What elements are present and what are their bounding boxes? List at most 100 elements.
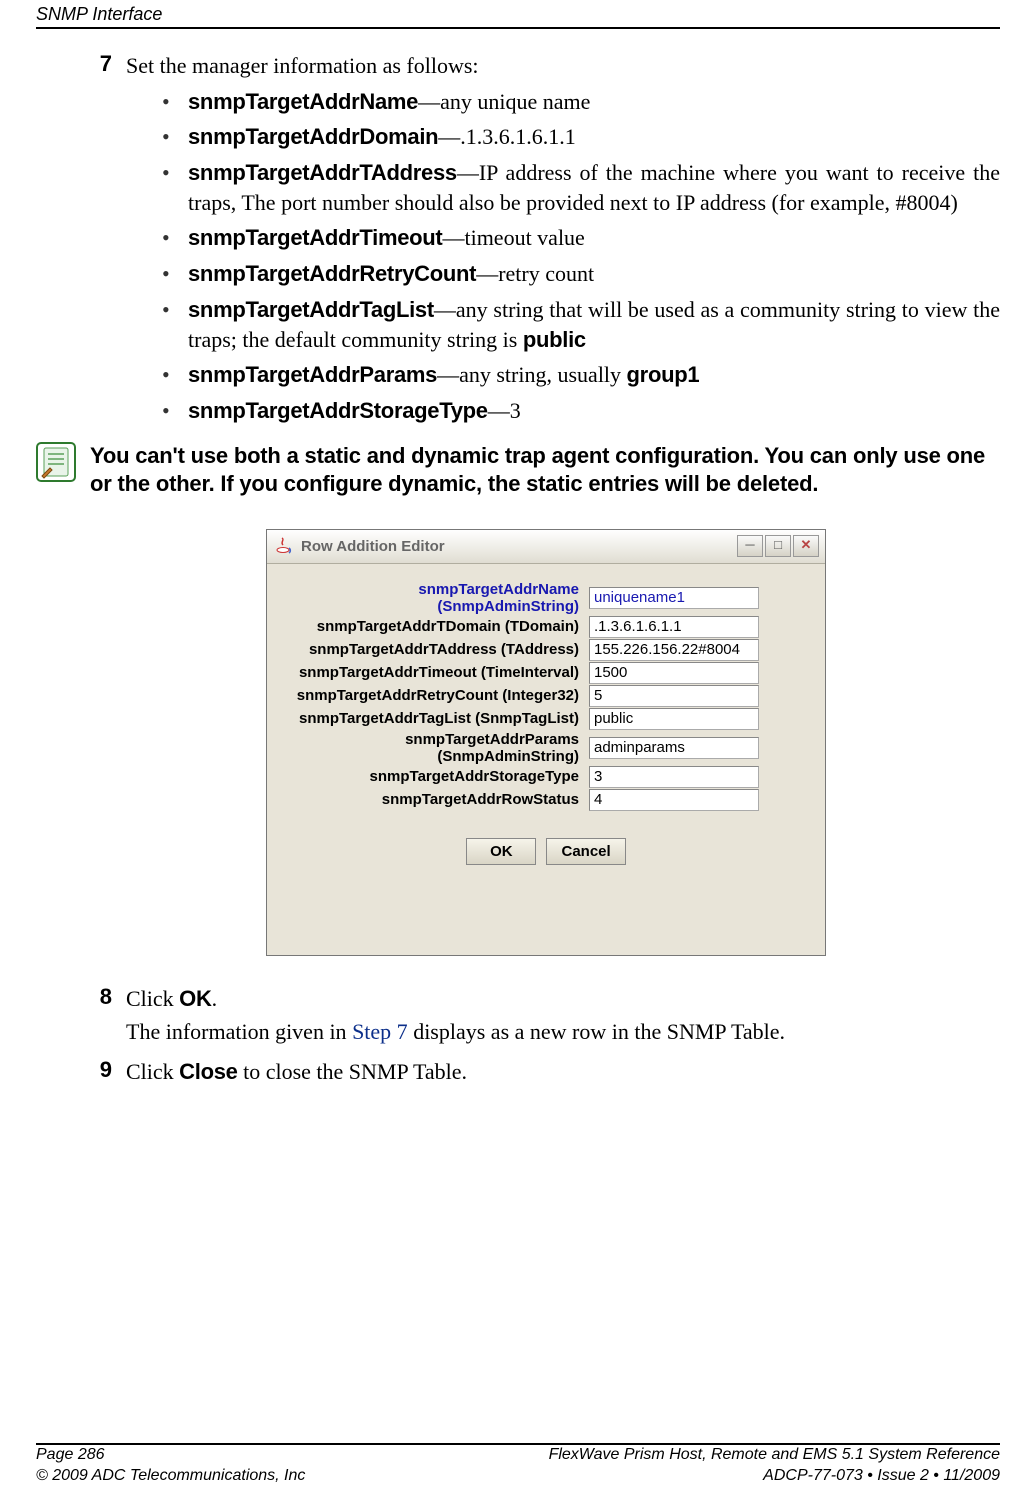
bullet-icon: • bbox=[162, 158, 188, 217]
footer-page-num: Page 286 bbox=[36, 1445, 105, 1466]
field-name: snmpTargetAddrTagList bbox=[188, 297, 434, 322]
sub-item-body: snmpTargetAddrDomain—.1.3.6.1.6.1.1 bbox=[188, 122, 1000, 152]
field-name: snmpTargetAddrName bbox=[188, 89, 418, 114]
form-input[interactable]: .1.3.6.1.6.1.1 bbox=[589, 616, 759, 638]
field-desc: —.1.3.6.1.6.1.1 bbox=[438, 124, 576, 149]
footer-doc-id: ADCP-77-073 • Issue 2 • 11/2009 bbox=[763, 1466, 1000, 1487]
form-label: snmpTargetAddrName (SnmpAdminString) bbox=[279, 581, 589, 615]
bullet-icon: • bbox=[162, 295, 188, 354]
step-8-line2-b: displays as a new row in the SNMP Table. bbox=[408, 1019, 785, 1044]
page-footer: Page 286 FlexWave Prism Host, Remote and… bbox=[36, 1423, 1000, 1487]
step-9-c: to close the SNMP Table. bbox=[238, 1059, 467, 1084]
sub-item: •snmpTargetAddrStorageType—3 bbox=[162, 396, 1000, 426]
form-label: snmpTargetAddrTagList (SnmpTagList) bbox=[279, 710, 589, 727]
field-desc: —any string, usually bbox=[437, 362, 626, 387]
form-row: snmpTargetAddrStorageType3 bbox=[279, 766, 813, 788]
sub-item-body: snmpTargetAddrTAddress—IP address of the… bbox=[188, 158, 1000, 217]
step-9-a: Click bbox=[126, 1059, 179, 1084]
field-code: group1 bbox=[627, 362, 700, 387]
dialog-titlebar: Row Addition Editor ─ □ ✕ bbox=[267, 530, 825, 564]
sub-item: •snmpTargetAddrRetryCount—retry count bbox=[162, 259, 1000, 289]
form-label: snmpTargetAddrStorageType bbox=[279, 768, 589, 785]
field-name: snmpTargetAddrParams bbox=[188, 362, 437, 387]
sub-item-body: snmpTargetAddrStorageType—3 bbox=[188, 396, 1000, 426]
form-row: snmpTargetAddrTAddress (TAddress)155.226… bbox=[279, 639, 813, 661]
field-code: public bbox=[523, 327, 586, 352]
bullet-icon: • bbox=[162, 259, 188, 289]
step-7-intro: Set the manager information as follows: bbox=[126, 51, 1000, 81]
form-input[interactable]: uniquename1 bbox=[589, 587, 759, 609]
form-input[interactable]: 155.226.156.22#8004 bbox=[589, 639, 759, 661]
field-name: snmpTargetAddrStorageType bbox=[188, 398, 488, 423]
form-label: snmpTargetAddrParams (SnmpAdminString) bbox=[279, 731, 589, 765]
bullet-icon: • bbox=[162, 122, 188, 152]
form-label: snmpTargetAddrRowStatus bbox=[279, 791, 589, 808]
form-row: snmpTargetAddrRowStatus4 bbox=[279, 789, 813, 811]
form-input[interactable]: 5 bbox=[589, 685, 759, 707]
sub-item-body: snmpTargetAddrName—any unique name bbox=[188, 87, 1000, 117]
sub-item-body: snmpTargetAddrTimeout—timeout value bbox=[188, 223, 1000, 253]
sub-item-body: snmpTargetAddrParams—any string, usually… bbox=[188, 360, 1000, 390]
minimize-icon[interactable]: ─ bbox=[737, 535, 763, 557]
step-9-num: 9 bbox=[92, 1057, 126, 1087]
field-name: snmpTargetAddrRetryCount bbox=[188, 261, 476, 286]
field-desc: —retry count bbox=[476, 261, 594, 286]
close-label-inline: Close bbox=[179, 1059, 237, 1084]
form-input[interactable]: 1500 bbox=[589, 662, 759, 684]
close-icon[interactable]: ✕ bbox=[793, 535, 819, 557]
step-8-num: 8 bbox=[92, 984, 126, 1047]
sub-item: •snmpTargetAddrTAddress—IP address of th… bbox=[162, 158, 1000, 217]
sub-item: •snmpTargetAddrParams—any string, usuall… bbox=[162, 360, 1000, 390]
form-label: snmpTargetAddrTDomain (TDomain) bbox=[279, 618, 589, 635]
bullet-icon: • bbox=[162, 87, 188, 117]
field-name: snmpTargetAddrDomain bbox=[188, 124, 438, 149]
form-row: snmpTargetAddrTagList (SnmpTagList)publi… bbox=[279, 708, 813, 730]
form-input[interactable]: 3 bbox=[589, 766, 759, 788]
maximize-icon[interactable]: □ bbox=[765, 535, 791, 557]
note-text: You can't use both a static and dynamic … bbox=[90, 442, 1000, 499]
form-row: snmpTargetAddrTDomain (TDomain).1.3.6.1.… bbox=[279, 616, 813, 638]
form-input[interactable]: public bbox=[589, 708, 759, 730]
form-row: snmpTargetAddrTimeout (TimeInterval)1500 bbox=[279, 662, 813, 684]
footer-doc-title: FlexWave Prism Host, Remote and EMS 5.1 … bbox=[549, 1445, 1000, 1466]
sub-item: •snmpTargetAddrName—any unique name bbox=[162, 87, 1000, 117]
form-row: snmpTargetAddrName (SnmpAdminString)uniq… bbox=[279, 581, 813, 615]
sub-item-body: snmpTargetAddrRetryCount—retry count bbox=[188, 259, 1000, 289]
form-row: snmpTargetAddrRetryCount (Integer32)5 bbox=[279, 685, 813, 707]
note-icon bbox=[36, 442, 76, 482]
bullet-icon: • bbox=[162, 396, 188, 426]
field-desc: —any unique name bbox=[418, 89, 590, 114]
sub-item-body: snmpTargetAddrTagList—any string that wi… bbox=[188, 295, 1000, 354]
form-label: snmpTargetAddrTAddress (TAddress) bbox=[279, 641, 589, 658]
ok-button[interactable]: OK bbox=[466, 838, 536, 865]
ok-label-inline: OK bbox=[179, 986, 211, 1011]
form-label: snmpTargetAddrRetryCount (Integer32) bbox=[279, 687, 589, 704]
bullet-icon: • bbox=[162, 360, 188, 390]
field-name: snmpTargetAddrTAddress bbox=[188, 160, 457, 185]
step-7-num: 7 bbox=[92, 51, 126, 432]
sub-item: •snmpTargetAddrDomain—.1.3.6.1.6.1.1 bbox=[162, 122, 1000, 152]
step-8-line2-a: The information given in bbox=[126, 1019, 352, 1044]
step-8-text-a: Click bbox=[126, 986, 179, 1011]
form-input[interactable]: 4 bbox=[589, 789, 759, 811]
java-icon bbox=[273, 536, 293, 556]
cancel-button[interactable]: Cancel bbox=[546, 838, 625, 865]
field-desc: —3 bbox=[488, 398, 521, 423]
form-input[interactable]: adminparams bbox=[589, 737, 759, 759]
note-block: You can't use both a static and dynamic … bbox=[92, 442, 1000, 499]
dialog-title: Row Addition Editor bbox=[301, 538, 737, 555]
step-7: 7 Set the manager information as follows… bbox=[92, 51, 1000, 432]
field-desc: —timeout value bbox=[442, 225, 584, 250]
header-rule bbox=[36, 27, 1000, 29]
bullet-icon: • bbox=[162, 223, 188, 253]
form-label: snmpTargetAddrTimeout (TimeInterval) bbox=[279, 664, 589, 681]
row-addition-editor-dialog: Row Addition Editor ─ □ ✕ snmpTargetAddr… bbox=[266, 529, 826, 956]
footer-copyright: © 2009 ADC Telecommunications, Inc bbox=[36, 1466, 305, 1487]
step-8: 8 Click OK. The information given in Ste… bbox=[92, 984, 1000, 1047]
form-row: snmpTargetAddrParams (SnmpAdminString)ad… bbox=[279, 731, 813, 765]
sub-item: •snmpTargetAddrTagList—any string that w… bbox=[162, 295, 1000, 354]
step-7-link[interactable]: Step 7 bbox=[352, 1019, 408, 1044]
step-9: 9 Click Close to close the SNMP Table. bbox=[92, 1057, 1000, 1087]
step-8-text-c: . bbox=[212, 986, 218, 1011]
field-name: snmpTargetAddrTimeout bbox=[188, 225, 442, 250]
